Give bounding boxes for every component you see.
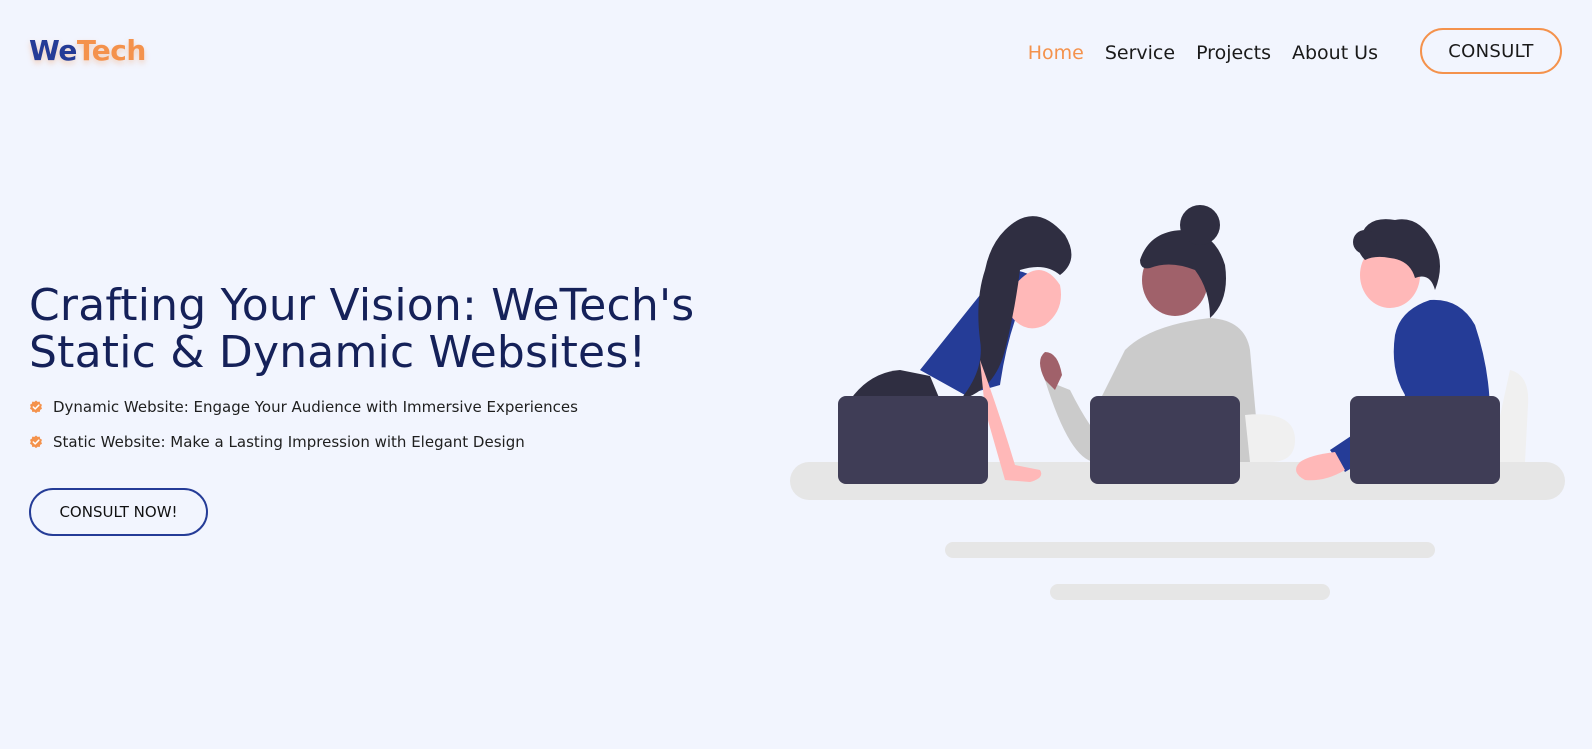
- nav-home[interactable]: Home: [1028, 40, 1084, 66]
- check-badge-icon: [30, 400, 42, 414]
- person-middle: [1040, 205, 1295, 484]
- hero-title: Crafting Your Vision: WeTech's Static & …: [29, 282, 749, 376]
- feature-item-static: Static Website: Make a Lasting Impressio…: [29, 430, 578, 454]
- check-badge-icon: [30, 435, 42, 449]
- person-left: [838, 216, 1072, 484]
- feature-text: Dynamic Website: Engage Your Audience wi…: [53, 398, 578, 416]
- nav-about-us[interactable]: About Us: [1292, 40, 1378, 66]
- hero-title-line-1: Crafting Your Vision: WeTech's: [29, 280, 695, 331]
- logo-tech: Tech: [76, 34, 146, 67]
- nav-projects[interactable]: Projects: [1196, 40, 1271, 66]
- feature-list: Dynamic Website: Engage Your Audience wi…: [29, 395, 578, 465]
- main-nav: Home Service Projects About Us: [1007, 40, 1378, 66]
- consult-button[interactable]: CONSULT: [1420, 28, 1562, 74]
- feature-item-dynamic: Dynamic Website: Engage Your Audience wi…: [29, 395, 578, 419]
- logo-we: We: [29, 34, 77, 67]
- person-right: [1296, 219, 1529, 484]
- nav-service[interactable]: Service: [1105, 40, 1175, 66]
- consult-now-button[interactable]: CONSULT NOW!: [29, 488, 208, 536]
- floor-line: [1050, 584, 1330, 600]
- logo[interactable]: WeTech: [29, 34, 146, 67]
- site-header: WeTech Home Service Projects About Us CO…: [0, 0, 1592, 110]
- floor-line: [945, 542, 1435, 558]
- hero-title-line-2: Static & Dynamic Websites!: [29, 327, 647, 378]
- feature-text: Static Website: Make a Lasting Impressio…: [53, 433, 525, 451]
- team-meeting-illustration: [790, 205, 1565, 600]
